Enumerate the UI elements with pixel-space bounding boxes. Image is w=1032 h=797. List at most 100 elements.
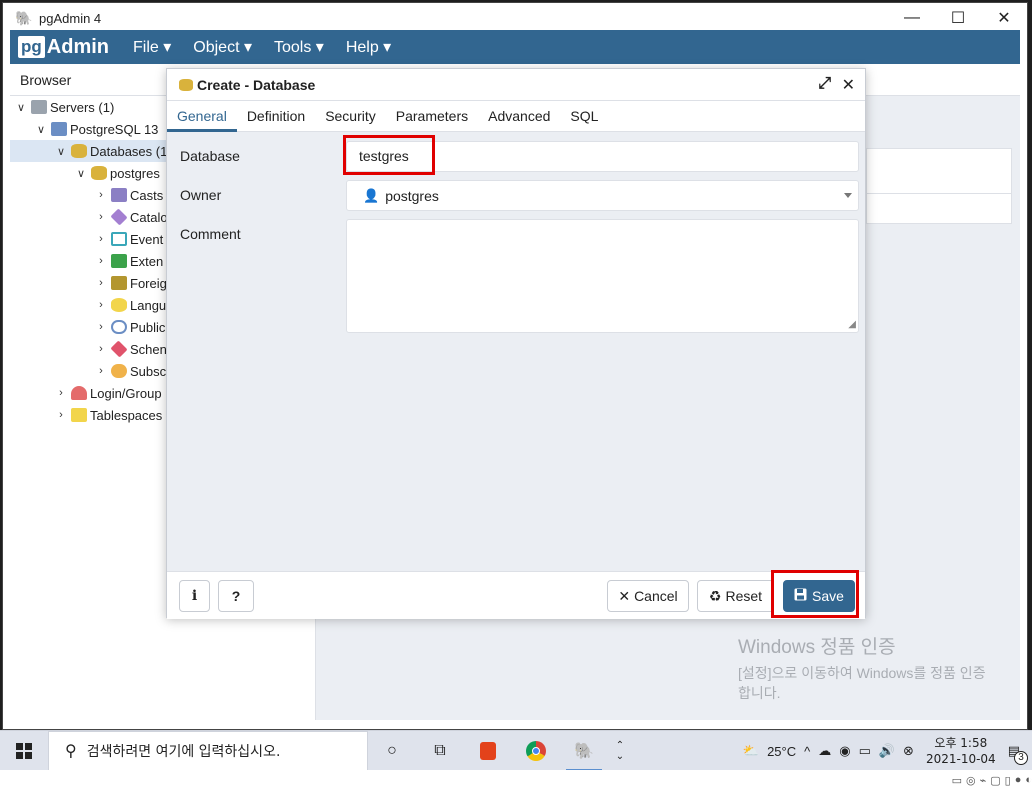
tab-definition[interactable]: Definition: [237, 101, 315, 132]
pgadmin-taskbar-icon[interactable]: 🐘: [560, 731, 608, 771]
weather-icon[interactable]: ⛅: [743, 743, 759, 759]
chevron-right-icon[interactable]: ›: [94, 343, 108, 355]
tree-node-catalogs[interactable]: › Catalo: [94, 206, 168, 228]
chevron-up-icon[interactable]: ^: [804, 744, 810, 759]
close-window-button[interactable]: ✕: [981, 3, 1027, 33]
language-icon: [111, 298, 127, 312]
vm-status-icons: ▭ ◎ ⌁ ▢ ▯ ● ◐: [952, 774, 1032, 787]
chevron-right-icon[interactable]: ›: [94, 233, 108, 245]
chevron-down-icon[interactable]: ∨: [14, 101, 28, 114]
watermark-subtitle: [설정]으로 이동하여 Windows를 정품 인증합니다.: [738, 665, 986, 701]
tab-advanced[interactable]: Advanced: [478, 101, 560, 132]
comment-label: Comment: [180, 226, 241, 242]
chevron-right-icon[interactable]: ›: [94, 321, 108, 333]
tree-node-languages[interactable]: › Langu: [94, 294, 166, 316]
minimize-button[interactable]: —: [889, 3, 935, 33]
tree-node-postgresql[interactable]: ∨ PostgreSQL 13: [34, 118, 158, 140]
cloud-icon[interactable]: ☁: [818, 743, 831, 759]
database-label: Database: [180, 148, 240, 164]
tab-sql[interactable]: SQL: [560, 101, 608, 132]
tree-node-subscriptions[interactable]: › Subsc: [94, 360, 166, 382]
tree-node-servers[interactable]: ∨ Servers (1): [14, 96, 114, 118]
chevron-down-icon[interactable]: ∨: [34, 123, 48, 136]
tree-node-publications[interactable]: › Public: [94, 316, 165, 338]
windows-taskbar: ⚲ 검색하려면 여기에 입력하십시오. ○ ⧉ 🐘 ⌃ ⌄ ⛅ 25°C ^ ☁ …: [0, 730, 1032, 771]
info-button[interactable]: i: [179, 580, 210, 612]
task-view-icon[interactable]: ⧉: [416, 731, 464, 771]
tab-general[interactable]: General: [167, 101, 237, 132]
cortana-icon[interactable]: ○: [368, 731, 416, 771]
tree-node-tablespaces[interactable]: › Tablespaces: [54, 404, 162, 426]
dialog-footer: i ? ✕ Cancel ♻ Reset Save: [167, 570, 865, 619]
office-icon[interactable]: [464, 731, 512, 771]
event-trigger-icon: [111, 232, 127, 246]
chevron-right-icon[interactable]: ›: [94, 211, 108, 223]
dialog-close-button[interactable]: ✕: [842, 75, 855, 95]
start-button[interactable]: [0, 731, 48, 771]
chevron-right-icon[interactable]: ›: [94, 189, 108, 201]
menu-file[interactable]: File ▾: [133, 37, 171, 57]
owner-label: Owner: [180, 187, 222, 203]
ime-icon[interactable]: ⊗: [903, 743, 914, 759]
expand-icon[interactable]: ⤢: [818, 75, 831, 93]
browser-title: Browser: [20, 72, 72, 88]
volume-icon[interactable]: 🔊: [879, 743, 895, 759]
tree-label: Login/Group: [90, 385, 162, 401]
logo-text: Admin: [46, 35, 109, 58]
clock[interactable]: 오후 1:58 2021-10-04: [926, 735, 996, 767]
vm-status-strip: ▭ ◎ ⌁ ▢ ▯ ● ◐: [0, 770, 1032, 797]
maximize-button[interactable]: ☐: [935, 3, 981, 33]
network-icon[interactable]: ▭: [859, 743, 871, 759]
highlight-box-save: [771, 570, 859, 618]
tree-node-extensions[interactable]: › Exten: [94, 250, 163, 272]
tree-node-foreign-data[interactable]: › Foreig: [94, 272, 167, 294]
highlight-box-database: [343, 135, 435, 175]
chevron-down-icon[interactable]: ∨: [74, 167, 88, 180]
user-icon: 👤: [363, 187, 380, 203]
chevron-right-icon[interactable]: ›: [94, 299, 108, 311]
windows-logo-icon: [16, 742, 32, 759]
owner-select[interactable]: 👤 postgres: [346, 180, 859, 211]
chrome-icon[interactable]: [512, 731, 560, 771]
tree-label: Databases (1: [90, 143, 168, 159]
roles-icon: [71, 386, 87, 400]
database-icon: [71, 144, 87, 158]
chevron-right-icon[interactable]: ›: [94, 277, 108, 289]
close-icon: ✕: [618, 587, 631, 604]
recycle-icon: ♻: [708, 587, 722, 604]
chevron-down-icon[interactable]: ∨: [54, 145, 68, 158]
taskbar-scroll-icon[interactable]: ⌃ ⌄: [608, 731, 632, 771]
menu-help[interactable]: Help ▾: [346, 37, 391, 57]
publication-icon: [111, 320, 127, 334]
chevron-right-icon[interactable]: ›: [94, 365, 108, 377]
tab-parameters[interactable]: Parameters: [386, 101, 478, 132]
elephant-icon: 🐘: [15, 10, 33, 26]
tree-label: Casts: [130, 187, 164, 203]
tree-label: Exten: [130, 253, 164, 269]
meet-icon[interactable]: ◉: [839, 743, 850, 759]
reset-button[interactable]: ♻ Reset: [697, 580, 774, 612]
chevron-right-icon[interactable]: ›: [54, 387, 68, 399]
tree-node-casts[interactable]: › Casts: [94, 184, 163, 206]
tree-node-login-roles[interactable]: › Login/Group: [54, 382, 162, 404]
cancel-button[interactable]: ✕ Cancel: [607, 580, 689, 612]
tab-security[interactable]: Security: [315, 101, 386, 132]
tree-node-event-triggers[interactable]: › Event: [94, 228, 163, 250]
menu-object[interactable]: Object ▾: [193, 37, 252, 57]
clock-time: 오후 1:58: [934, 736, 988, 750]
tree-node-schemas[interactable]: › Schen: [94, 338, 167, 360]
taskbar-search[interactable]: ⚲ 검색하려면 여기에 입력하십시오.: [48, 730, 368, 771]
windows-activation-watermark: Windows 정품 인증 [설정]으로 이동하여 Windows를 정품 인증…: [738, 632, 998, 703]
menu-tools[interactable]: Tools ▾: [274, 37, 324, 57]
chevron-right-icon[interactable]: ›: [94, 255, 108, 267]
resize-grip-icon[interactable]: ◢: [848, 319, 856, 330]
comment-textarea[interactable]: ◢: [346, 219, 859, 333]
database-icon: [179, 78, 193, 91]
tree-node-postgres[interactable]: ∨ postgres: [74, 162, 160, 184]
mouse-icon: ◐: [1025, 774, 1032, 786]
chevron-right-icon[interactable]: ›: [54, 409, 68, 421]
notification-icon[interactable]: ▤ 3: [1008, 743, 1028, 765]
schema-icon: [110, 340, 128, 358]
help-button[interactable]: ?: [218, 580, 254, 612]
weather-temp[interactable]: 25°C: [767, 744, 796, 759]
